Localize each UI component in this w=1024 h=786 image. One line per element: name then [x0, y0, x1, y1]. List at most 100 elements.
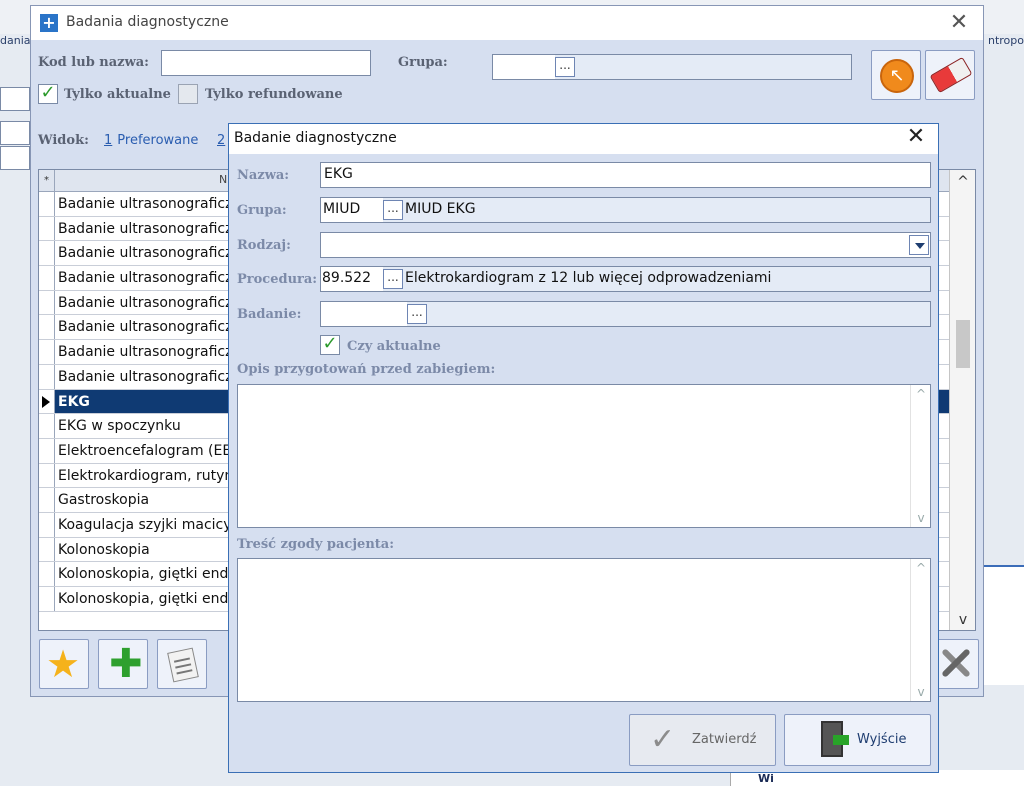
tylko-aktualne-checkbox[interactable]: ✓ [38, 84, 58, 104]
scroll-thumb[interactable] [956, 320, 970, 368]
scroll-down-icon[interactable]: v [911, 685, 931, 699]
current-row-arrow-icon [42, 395, 50, 408]
widok-option-preferowane[interactable]: 1 Preferowane [104, 133, 198, 148]
procedura-name: Elektrokardiogram z 12 lub więcej odprow… [405, 270, 772, 286]
grupa-label: Grupa: [237, 203, 287, 218]
tylko-refundowane-label: Tylko refundowane [205, 87, 343, 102]
badanie-label: Badanie: [237, 307, 302, 322]
grupa-ellipsis-button[interactable]: ... [383, 200, 403, 220]
background-label-right: ntropo [987, 34, 1024, 47]
badanie-ellipsis-button[interactable]: ... [407, 304, 427, 324]
row-indicator[interactable] [39, 340, 55, 364]
wyjscie-button[interactable]: Wyjście [784, 714, 931, 766]
row-label: Elektrokardiogram, rutyn [58, 467, 234, 484]
row-label: Badanie ultrasonograficz [58, 270, 233, 287]
row-indicator[interactable] [39, 512, 55, 537]
grupa-field[interactable]: MIUD ... MIUD EKG [320, 197, 931, 223]
row-indicator[interactable] [39, 562, 55, 586]
opis-scrollbar[interactable]: ^ v [910, 385, 930, 527]
row-indicator[interactable] [39, 364, 55, 389]
background-field [0, 146, 30, 170]
clear-filter-button[interactable] [925, 50, 975, 100]
search-button[interactable]: ↖ [871, 50, 921, 100]
outer-dialog-title: Badania diagnostyczne [66, 14, 229, 30]
grupa-filter-code[interactable] [493, 55, 555, 79]
scroll-down-icon[interactable]: v [911, 511, 931, 525]
scroll-down-icon[interactable]: v [950, 612, 976, 628]
grid-scrollbar[interactable]: ^ v [949, 170, 975, 630]
row-label: Badanie ultrasonograficz [58, 344, 233, 361]
row-indicator[interactable] [39, 389, 55, 414]
procedura-field[interactable]: 89.522 ... Elektrokardiogram z 12 lub wi… [320, 266, 931, 292]
tresc-textarea[interactable]: ^ v [237, 558, 931, 702]
opis-label: Opis przygotowań przed zabiegiem: [237, 362, 496, 377]
scroll-up-icon[interactable]: ^ [950, 174, 976, 190]
grupa-filter-field[interactable]: ... [492, 54, 852, 80]
grid-header-star: * [39, 170, 55, 192]
procedura-code[interactable]: 89.522 [321, 267, 383, 291]
exit-door-icon [821, 721, 849, 757]
czy-aktualne-checkbox[interactable]: ✓ [320, 335, 340, 355]
favorite-button[interactable]: ★ [39, 639, 89, 689]
badanie-code[interactable] [321, 302, 407, 326]
nazwa-input[interactable]: EKG [320, 162, 931, 188]
row-indicator[interactable] [39, 587, 55, 611]
row-indicator[interactable] [39, 438, 55, 463]
row-indicator[interactable] [39, 537, 55, 562]
tresc-scrollbar[interactable]: ^ v [910, 559, 930, 701]
procedura-ellipsis-button[interactable]: ... [383, 269, 403, 289]
row-indicator[interactable] [39, 488, 55, 512]
rodzaj-select[interactable] [320, 232, 931, 258]
row-indicator[interactable] [39, 192, 55, 216]
inner-dialog: Badanie diagnostyczne ✕ Nazwa: EKG Grupa… [228, 123, 939, 773]
opis-textarea[interactable]: ^ v [237, 384, 931, 528]
row-label: Badanie ultrasonograficz [58, 319, 233, 336]
row-indicator[interactable] [39, 463, 55, 488]
widok-option-2[interactable]: 2 [217, 133, 225, 148]
edit-note-icon [167, 647, 199, 683]
tylko-aktualne-label: Tylko aktualne [64, 87, 171, 102]
scroll-up-icon[interactable]: ^ [911, 387, 931, 401]
row-label: Gastroskopia [58, 492, 150, 509]
inner-dialog-title: Badanie diagnostyczne [234, 130, 397, 146]
row-label: Badanie ultrasonograficz [58, 368, 233, 385]
grupa-name: MIUD EKG [405, 201, 476, 217]
row-label: Kolonoskopia, giętki end [58, 566, 229, 583]
row-label: EKG w spoczynku [58, 418, 181, 435]
scroll-up-icon[interactable]: ^ [911, 561, 931, 575]
inner-titlebar: Badanie diagnostyczne ✕ [229, 124, 938, 154]
grupa-code[interactable]: MIUD [321, 198, 383, 222]
search-arrow-icon: ↖ [880, 59, 914, 93]
row-indicator[interactable] [39, 216, 55, 241]
widok-option-number: 1 [104, 133, 113, 148]
row-indicator[interactable] [39, 266, 55, 290]
row-label: Kolonoskopia, giętki end [58, 591, 229, 607]
row-label: Badanie ultrasonograficz [58, 196, 233, 212]
row-label: Kolonoskopia [58, 541, 150, 558]
edit-button[interactable] [157, 639, 207, 689]
badanie-field[interactable]: ... [320, 301, 931, 327]
grupa-filter-ellipsis-button[interactable]: ... [555, 57, 575, 77]
widok-label: Widok: [38, 133, 89, 148]
add-button[interactable]: ✚ [98, 639, 148, 689]
row-indicator[interactable] [39, 290, 55, 315]
tylko-refundowane-checkbox[interactable] [178, 84, 198, 104]
outer-close-button[interactable]: ✕ [947, 10, 971, 35]
chevron-down-icon[interactable] [909, 235, 929, 255]
background-panel [984, 565, 1024, 685]
wyjscie-label: Wyjście [857, 732, 907, 747]
row-indicator[interactable] [39, 414, 55, 438]
inner-close-button[interactable]: ✕ [904, 124, 928, 149]
grid-header-nazwa[interactable]: N [219, 173, 227, 186]
tresc-label: Treść zgody pacjenta: [237, 537, 395, 552]
row-indicator[interactable] [39, 241, 55, 266]
checkmark-icon: ✓ [650, 722, 676, 757]
row-indicator[interactable] [39, 315, 55, 340]
kod-input[interactable] [161, 50, 371, 76]
zatwierdz-button[interactable]: ✓ Zatwierdź [629, 714, 776, 766]
medical-plus-icon: + [40, 14, 58, 32]
zatwierdz-label: Zatwierdź [692, 732, 757, 747]
row-label: Elektroencefalogram (EE [58, 442, 232, 459]
kod-label: Kod lub nazwa: [38, 55, 149, 70]
background-label-bottom: Wi [758, 772, 774, 785]
